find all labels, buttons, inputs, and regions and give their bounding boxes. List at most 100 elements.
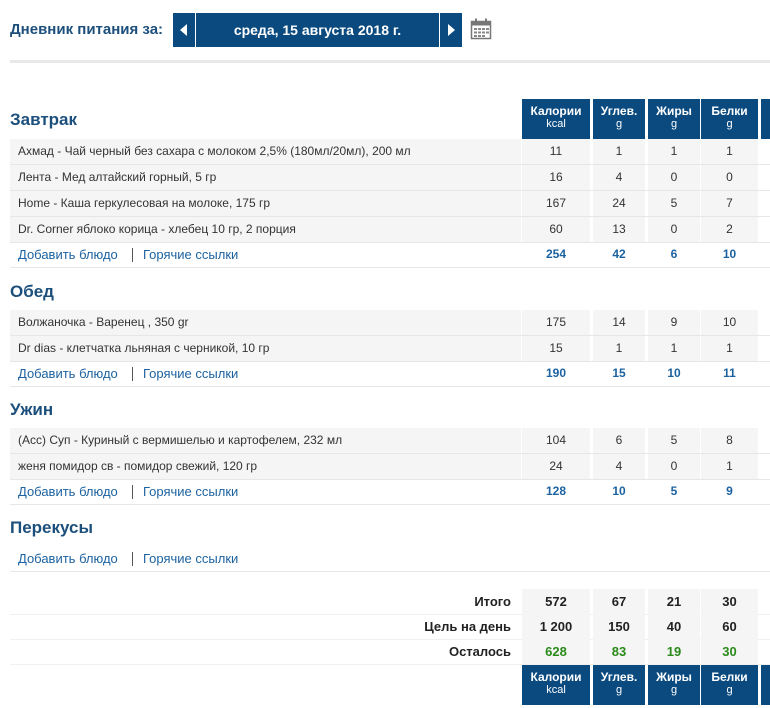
column-header-name: Белки	[711, 670, 748, 684]
link-separator	[132, 552, 133, 566]
header-divider	[10, 60, 770, 63]
nutrient-value: 4	[593, 454, 645, 479]
food-row[interactable]: Dr dias - клетчатка льняная с черникой, …	[10, 336, 770, 362]
column-header: Жиры g	[648, 665, 700, 705]
meal-title: Завтрак	[10, 110, 78, 129]
column-header-name: Углев.	[600, 670, 638, 684]
nutrient-value: 1	[701, 454, 758, 479]
nutrient-value: 1	[701, 336, 758, 361]
food-row[interactable]: Home - Каша геркулесовая на молоке, 175 …	[10, 191, 770, 217]
meal-total-value: 6	[670, 247, 678, 261]
nutrient-value: 1	[648, 336, 700, 361]
meal-total-value: 10	[612, 484, 626, 498]
summary-value: 19	[648, 639, 700, 664]
food-name[interactable]: женя помидор св - помидор свежий, 120 гр	[10, 454, 521, 479]
nutrient-value: 167	[522, 191, 590, 216]
food-name[interactable]: Ахмад - Чай черный без сахара с молоком …	[10, 139, 521, 164]
column-header: Белки g	[701, 99, 758, 139]
arrow-left-icon[interactable]	[173, 13, 195, 47]
summary-value: 572	[522, 589, 590, 614]
nutrient-value: 0	[701, 165, 758, 190]
food-row[interactable]: Dr. Corner яблоко корица - хлебец 10 гр,…	[10, 217, 770, 243]
column-header-unit: kcal	[546, 118, 566, 130]
meal-total-value: 254	[545, 247, 567, 261]
nutrient-value: 11	[522, 139, 590, 164]
meal-total-value: 10	[667, 366, 681, 380]
food-row[interactable]: женя помидор св - помидор свежий, 120 гр…	[10, 454, 770, 480]
arrow-right-icon[interactable]	[440, 13, 462, 47]
nutrient-value: 5	[648, 428, 700, 453]
summary-row: Цель на день 1 200 150 40 60	[10, 614, 770, 640]
food-diary-page: Дневник питания за: среда, 15 августа 20…	[0, 0, 770, 708]
meal-total-value: 42	[612, 247, 626, 261]
summary-label: Осталось	[448, 644, 511, 659]
quick-links-link[interactable]: Горячие ссылки	[143, 546, 238, 571]
column-header-name: Белки	[711, 104, 748, 118]
summary-row: Итого 572 67 21 30	[10, 589, 770, 615]
column-header-extra	[761, 665, 770, 705]
meal-title: Ужин	[10, 400, 54, 419]
nutrient-value: 175	[522, 310, 590, 335]
food-name[interactable]: Home - Каша геркулесовая на молоке, 175 …	[10, 191, 521, 216]
nutrient-value: 0	[648, 165, 700, 190]
quick-links-link[interactable]: Горячие ссылки	[143, 479, 238, 504]
meal-title: Перекусы	[10, 518, 94, 537]
link-separator	[132, 248, 133, 262]
column-header-unit: g	[615, 118, 623, 130]
food-name[interactable]: Волжаночка - Варенец , 350 gr	[10, 310, 521, 335]
column-header: Углев. g	[593, 99, 645, 139]
summary-value: 30	[701, 639, 758, 664]
nutrient-value: 8	[701, 428, 758, 453]
column-header: Углев. g	[593, 665, 645, 705]
food-row[interactable]: Ахмад - Чай черный без сахара с молоком …	[10, 139, 770, 165]
calendar-icon[interactable]	[470, 18, 492, 40]
current-date: среда, 15 августа 2018 г.	[196, 13, 439, 47]
add-food-link[interactable]: Добавить блюдо	[18, 546, 118, 571]
nutrient-value: 6	[593, 428, 645, 453]
add-food-link[interactable]: Добавить блюдо	[18, 361, 118, 386]
date-navigator: среда, 15 августа 2018 г.	[173, 13, 462, 47]
summary-value: 21	[648, 589, 700, 614]
quick-links-link[interactable]: Горячие ссылки	[143, 361, 238, 386]
meal-title: Обед	[10, 282, 54, 301]
food-name[interactable]: Лента - Мед алтайский горный, 5 гр	[10, 165, 521, 190]
nutrient-value: 1	[593, 139, 645, 164]
nutrient-value: 60	[522, 217, 590, 242]
quick-links-link[interactable]: Горячие ссылки	[143, 242, 238, 267]
meal-total-value: 5	[670, 484, 678, 498]
food-name[interactable]: Dr dias - клетчатка льняная с черникой, …	[10, 336, 521, 361]
summary-value: 83	[593, 639, 645, 664]
nutrient-value: 1	[593, 336, 645, 361]
nutrient-value: 24	[522, 454, 590, 479]
diary-date-label: Дневник питания за:	[10, 21, 164, 38]
summary-row: Осталось 628 83 19 30	[10, 639, 770, 665]
link-separator	[132, 367, 133, 381]
nutrient-value: 0	[648, 454, 700, 479]
food-row[interactable]: Лента - Мед алтайский горный, 5 гр 16 4 0 0	[10, 165, 770, 191]
nutrient-value: 1	[648, 139, 700, 164]
summary-value: 30	[701, 589, 758, 614]
meal-total-value: 15	[612, 366, 626, 380]
nutrient-value: 16	[522, 165, 590, 190]
meal-total-value: 11	[723, 366, 736, 380]
food-name[interactable]: (Асс) Суп - Куриный с вермишелью и карто…	[10, 428, 521, 453]
column-header: Жиры g	[648, 99, 700, 139]
add-food-link[interactable]: Добавить блюдо	[18, 242, 118, 267]
meal-total-value: 10	[722, 247, 737, 261]
column-header-unit: g	[726, 118, 733, 130]
nutrient-value: 7	[701, 191, 758, 216]
add-food-link[interactable]: Добавить блюдо	[18, 479, 118, 504]
meal-totals-row: Добавить блюдо Горячие ссылки 190 15 10 11	[10, 361, 770, 387]
meal-totals-row: Добавить блюдо Горячие ссылки 128 10 5 9	[10, 479, 770, 505]
nutrient-value: 9	[648, 310, 700, 335]
food-name[interactable]: Dr. Corner яблоко корица - хлебец 10 гр,…	[10, 217, 521, 242]
meal-totals-row: Добавить блюдо Горячие ссылки	[10, 546, 770, 572]
food-row[interactable]: (Асс) Суп - Куриный с вермишелью и карто…	[10, 428, 770, 454]
nutrient-value: 104	[522, 428, 590, 453]
column-header-name: Жиры	[656, 670, 692, 684]
food-row[interactable]: Волжаночка - Варенец , 350 gr 175 14 9 10	[10, 310, 770, 336]
nutrient-value: 13	[593, 217, 645, 242]
nutrient-value: 5	[648, 191, 700, 216]
column-header-name: Калории	[530, 104, 582, 118]
meal-total-value: 128	[545, 484, 567, 498]
